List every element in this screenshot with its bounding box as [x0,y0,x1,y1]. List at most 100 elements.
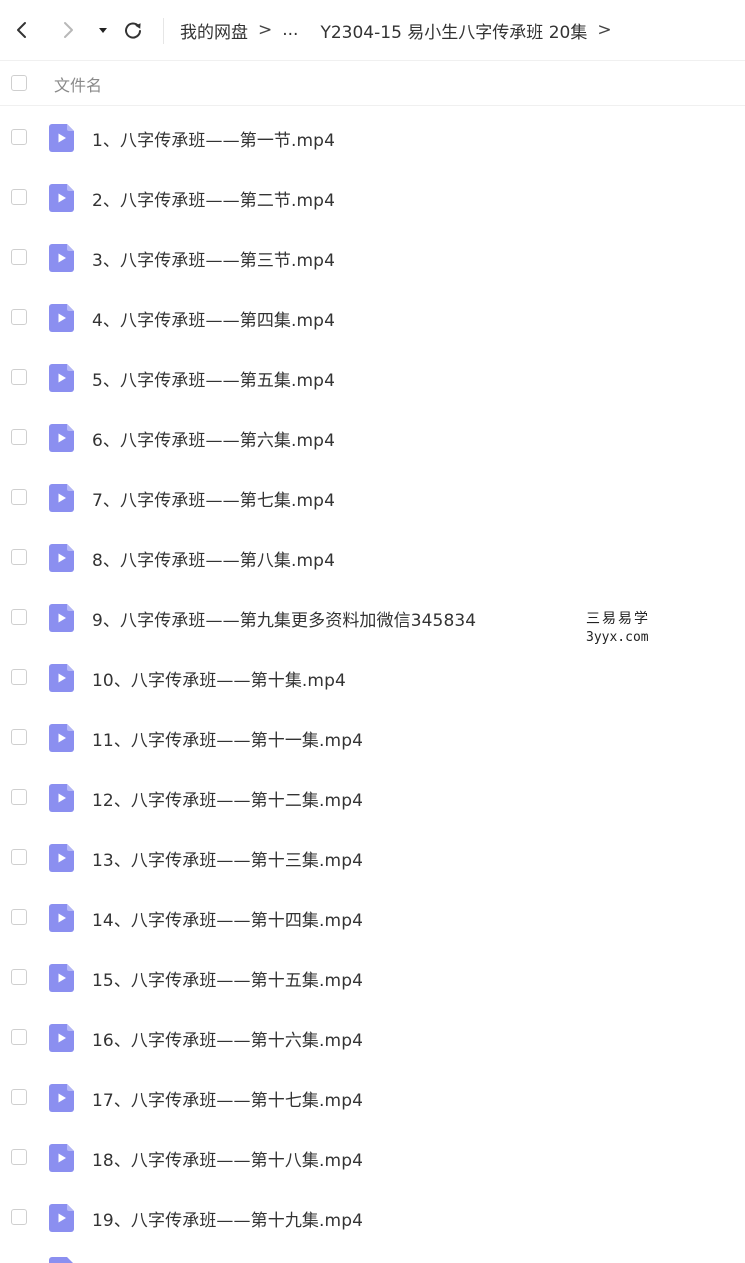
video-file-icon [49,1257,73,1263]
breadcrumb-separator: > [597,20,612,40]
file-name[interactable]: 2、八字传承班——第二节.mp4 [92,186,335,211]
file-name[interactable]: 15、八字传承班——第十五集.mp4 [92,966,363,991]
row-checkbox[interactable] [11,1149,27,1165]
file-name[interactable]: 14、八字传承班——第十四集.mp4 [92,906,363,931]
video-file-icon [49,664,74,692]
breadcrumb-ellipsis[interactable]: ... [282,20,298,40]
list-item[interactable]: 15、八字传承班——第十五集.mp4 [0,947,745,1007]
breadcrumb-current[interactable]: Y2304-15 易小生八字传承班 20集 [320,18,587,43]
video-file-icon [49,304,74,332]
video-file-icon [49,244,74,272]
video-file-icon [49,964,74,992]
list-item[interactable]: 2、八字传承班——第二节.mp4 [0,167,745,227]
caret-down-icon [99,28,107,33]
list-item[interactable]: 14、八字传承班——第十四集.mp4 [0,887,745,947]
row-checkbox[interactable] [11,1089,27,1105]
video-file-icon [49,784,74,812]
file-name[interactable]: 6、八字传承班——第六集.mp4 [92,426,335,451]
toolbar: 我的网盘 > ... Y2304-15 易小生八字传承班 20集 > [0,0,745,61]
video-file-icon [49,904,74,932]
video-file-icon [49,544,74,572]
list-item[interactable]: 11、八字传承班——第十一集.mp4 [0,707,745,767]
video-file-icon [49,184,74,212]
list-item[interactable]: 12、八字传承班——第十二集.mp4 [0,767,745,827]
video-file-icon [49,364,74,392]
list-item[interactable]: 7、八字传承班——第七集.mp4 [0,467,745,527]
file-name[interactable]: 12、八字传承班——第十二集.mp4 [92,786,363,811]
file-name[interactable]: 9、八字传承班——第九集更多资料加微信345834 [92,606,476,631]
video-file-icon [49,844,74,872]
watermark: 三易易学 3yyx.com [586,610,650,646]
video-file-icon [49,1204,74,1232]
video-file-icon [49,124,74,152]
video-file-icon [49,724,74,752]
list-item[interactable]: 18、八字传承班——第十八集.mp4 [0,1127,745,1187]
file-list: 1、八字传承班——第一节.mp4 2、八字传承班——第二节.mp4 3、八字传承班—… [0,107,745,1247]
row-checkbox[interactable] [11,249,27,265]
file-name[interactable]: 11、八字传承班——第十一集.mp4 [92,726,363,751]
row-checkbox[interactable] [11,429,27,445]
file-name[interactable]: 19、八字传承班——第十九集.mp4 [92,1206,363,1231]
history-dropdown-button[interactable] [91,18,115,42]
refresh-icon [125,22,141,39]
row-checkbox[interactable] [11,849,27,865]
list-item[interactable]: 3、八字传承班——第三节.mp4 [0,227,745,287]
video-file-icon [49,424,74,452]
row-checkbox[interactable] [11,609,27,625]
row-checkbox[interactable] [11,369,27,385]
file-name[interactable]: 7、八字传承班——第七集.mp4 [92,486,335,511]
toolbar-divider [163,18,164,44]
row-checkbox[interactable] [11,969,27,985]
file-name[interactable]: 3、八字传承班——第三节.mp4 [92,246,335,271]
list-item[interactable]: 4、八字传承班——第四集.mp4 [0,287,745,347]
video-file-icon [49,1024,74,1052]
file-name[interactable]: 8、八字传承班——第八集.mp4 [92,546,335,571]
row-checkbox[interactable] [11,129,27,145]
video-file-icon [49,484,74,512]
row-checkbox[interactable] [11,189,27,205]
list-item[interactable]: 10、八字传承班——第十集.mp4 [0,647,745,707]
forward-button[interactable] [56,18,80,42]
list-header: 文件名 [0,61,745,106]
row-checkbox[interactable] [11,729,27,745]
chevron-right-icon [64,22,73,38]
list-item[interactable]: 13、八字传承班——第十三集.mp4 [0,827,745,887]
row-checkbox[interactable] [11,1029,27,1045]
row-checkbox[interactable] [11,309,27,325]
list-item[interactable]: 17、八字传承班——第十七集.mp4 [0,1067,745,1127]
list-item[interactable]: 8、八字传承班——第八集.mp4 [0,527,745,587]
list-item[interactable]: 6、八字传承班——第六集.mp4 [0,407,745,467]
list-item[interactable]: 5、八字传承班——第五集.mp4 [0,347,745,407]
column-header-filename[interactable]: 文件名 [54,72,102,96]
file-name[interactable]: 16、八字传承班——第十六集.mp4 [92,1026,363,1051]
file-name[interactable]: 13、八字传承班——第十三集.mp4 [92,846,363,871]
row-checkbox[interactable] [11,549,27,565]
breadcrumb-separator: > [258,20,273,40]
breadcrumb-root[interactable]: 我的网盘 [180,18,248,43]
file-name[interactable]: 5、八字传承班——第五集.mp4 [92,366,335,391]
list-item[interactable]: 16、八字传承班——第十六集.mp4 [0,1007,745,1067]
select-all-checkbox[interactable] [11,75,27,91]
video-file-icon [49,1084,74,1112]
video-file-icon [49,1144,74,1172]
video-file-icon [49,604,74,632]
watermark-url: 3yyx.com [586,629,649,645]
refresh-button[interactable] [121,18,145,42]
file-name[interactable]: 10、八字传承班——第十集.mp4 [92,666,346,691]
row-checkbox[interactable] [11,909,27,925]
row-checkbox[interactable] [11,789,27,805]
file-name[interactable]: 18、八字传承班——第十八集.mp4 [92,1146,363,1171]
watermark-title: 三易易学 [586,611,650,627]
list-item[interactable]: 19、八字传承班——第十九集.mp4 [0,1187,745,1247]
file-name[interactable]: 1、八字传承班——第一节.mp4 [92,126,335,151]
row-checkbox[interactable] [11,489,27,505]
breadcrumb: 我的网盘 > ... Y2304-15 易小生八字传承班 20集 > [180,18,622,43]
file-name[interactable]: 17、八字传承班——第十七集.mp4 [92,1086,363,1111]
list-item[interactable]: 1、八字传承班——第一节.mp4 [0,107,745,167]
chevron-left-icon [17,22,26,38]
row-checkbox[interactable] [11,669,27,685]
row-checkbox[interactable] [11,1209,27,1225]
file-name[interactable]: 4、八字传承班——第四集.mp4 [92,306,335,331]
back-button[interactable] [10,18,34,42]
list-item-partial[interactable] [0,1247,745,1263]
